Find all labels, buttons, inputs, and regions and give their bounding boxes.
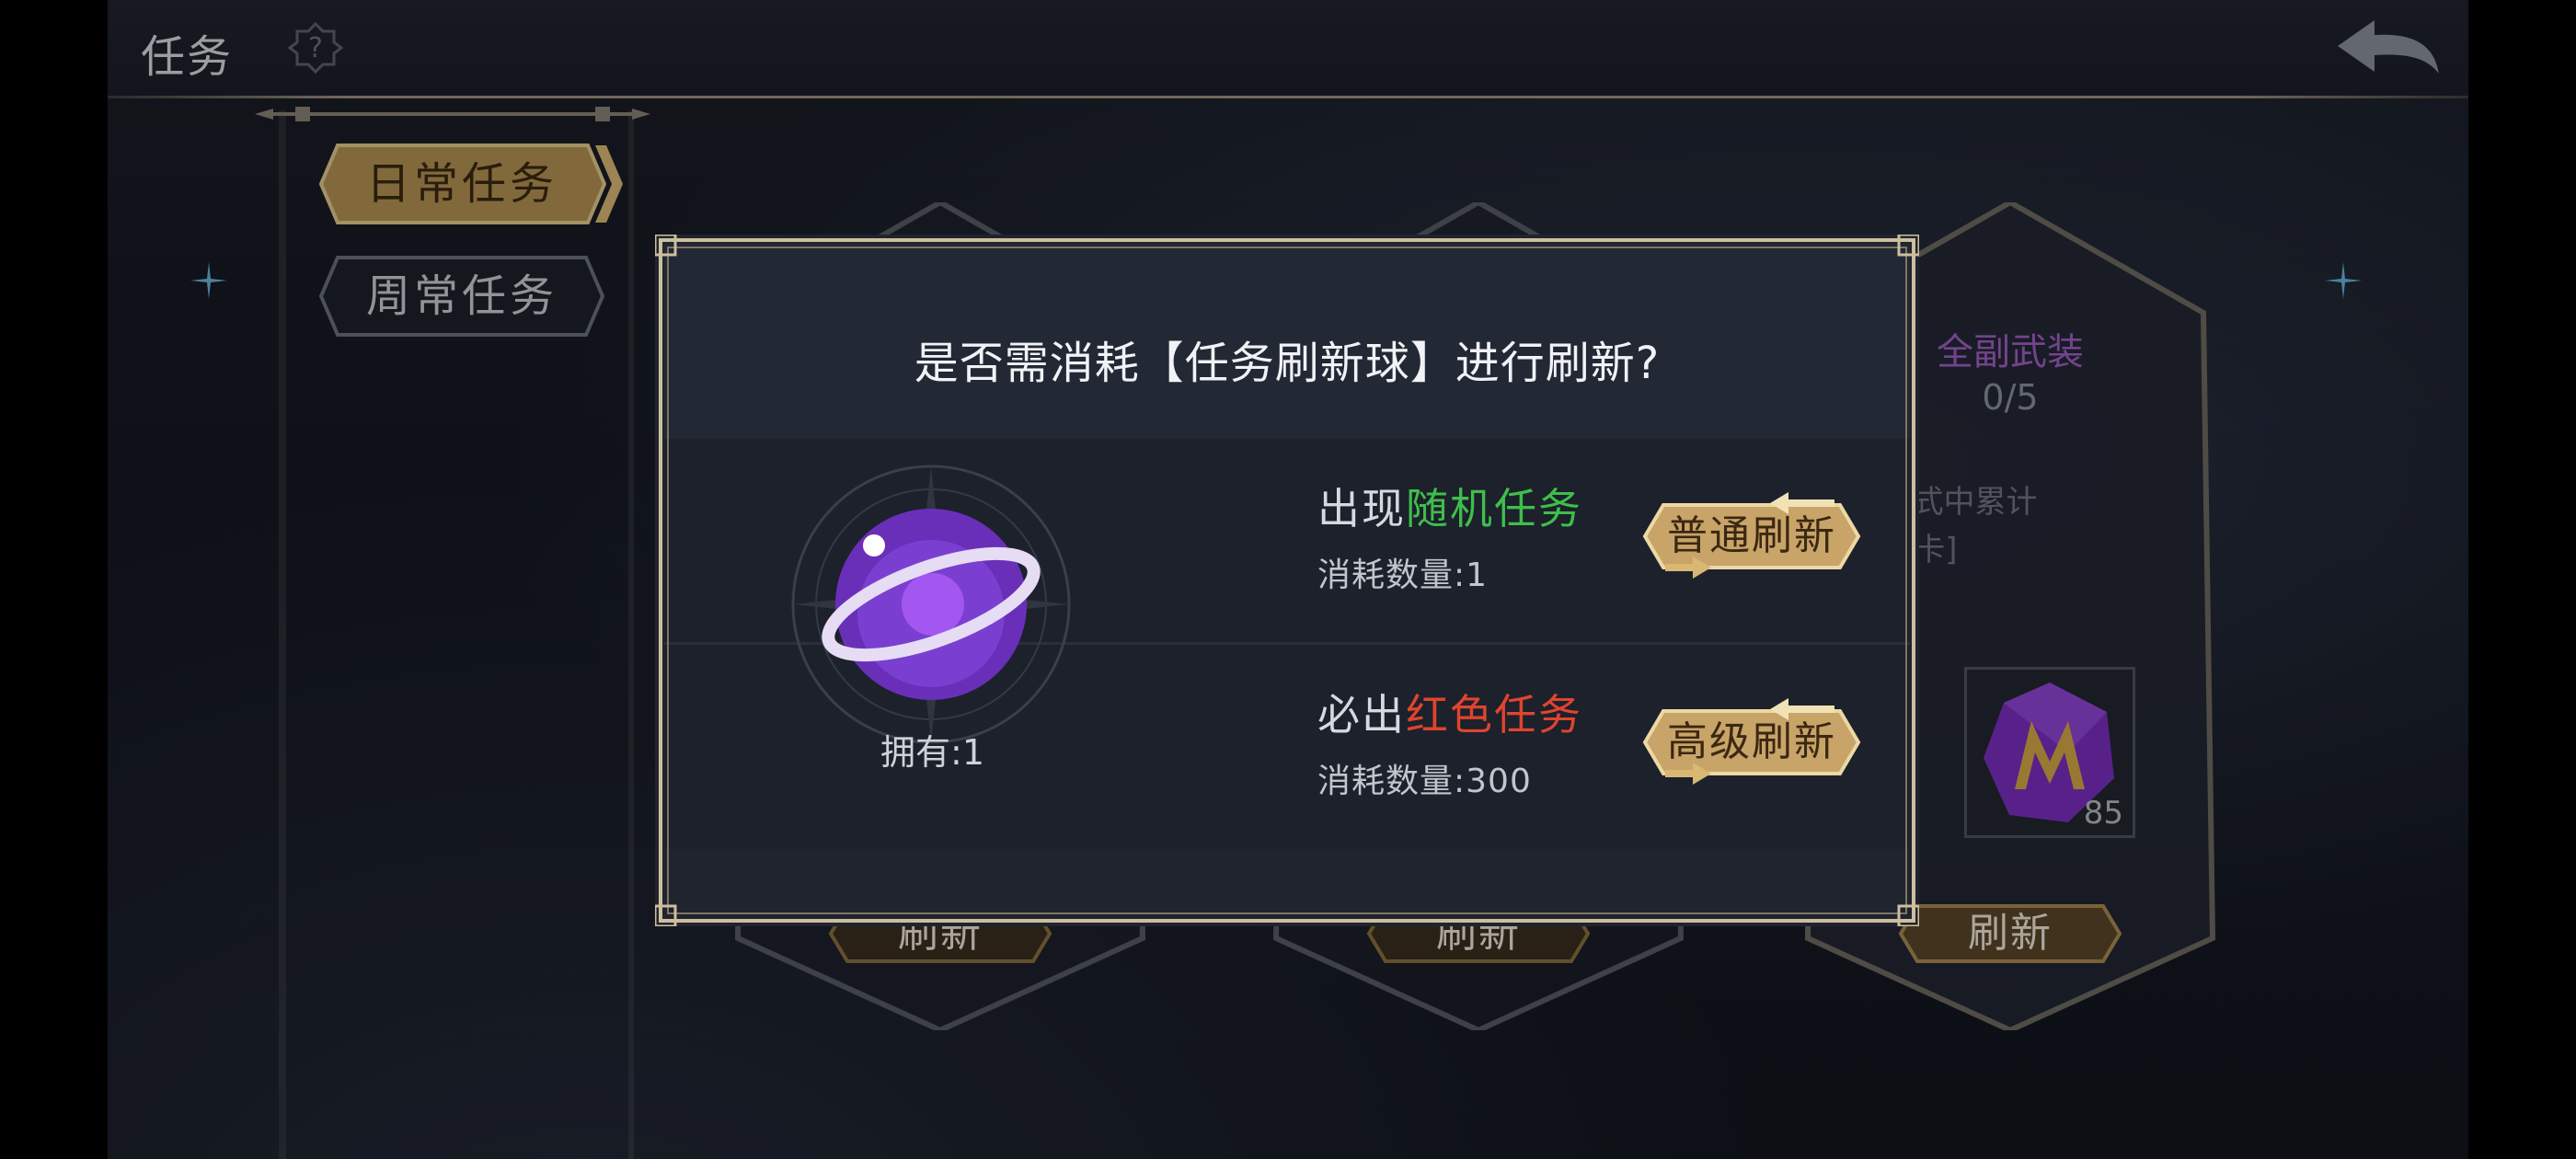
- option-cost: 消耗数量:300: [1317, 763, 1532, 800]
- option-title: 必出红色任务: [1317, 690, 1582, 740]
- advanced-refresh-button[interactable]: 高级刷新: [1641, 696, 1862, 788]
- option-title: 出现随机任务: [1317, 484, 1582, 534]
- option-cost: 消耗数量:1: [1317, 557, 1489, 594]
- refresh-dialog: 是否需消耗【任务刷新球】进行刷新? 拥有:1 出现随机任务 消耗数量:1 普通刷…: [655, 235, 1919, 926]
- normal-refresh-button[interactable]: 普通刷新: [1641, 490, 1862, 582]
- owned-count: 拥有:1: [880, 732, 984, 773]
- refresh-orb-icon: [791, 465, 1071, 744]
- dialog-question: 是否需消耗【任务刷新球】进行刷新?: [914, 338, 1661, 389]
